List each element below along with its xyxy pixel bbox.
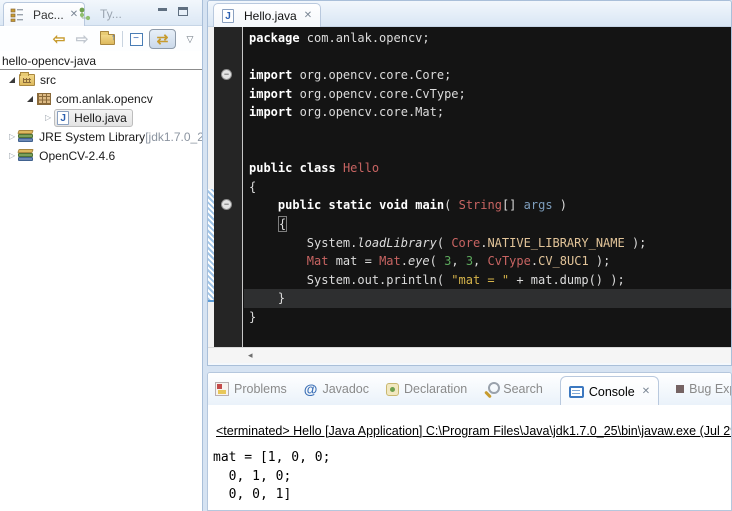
tab-hello-java[interactable]: J Hello.java ✕	[213, 3, 321, 27]
code-line: {	[249, 178, 731, 197]
tab-javadoc[interactable]: @ Javadoc	[304, 381, 369, 397]
go-up-icon[interactable]: ↑	[97, 29, 117, 49]
fold-collapse-icon[interactable]: −	[221, 69, 232, 80]
fold-collapse-icon[interactable]: −	[221, 199, 232, 210]
close-icon[interactable]: ✕	[642, 386, 650, 397]
back-icon[interactable]: ⇦	[50, 29, 68, 49]
library-icon	[18, 130, 34, 143]
forward-icon[interactable]: ⇨	[73, 29, 91, 49]
expanded-triangle-icon[interactable]	[27, 96, 33, 102]
code-line	[249, 122, 731, 141]
bottom-view-area: Problems @ Javadoc Declaration Search Co…	[207, 372, 732, 511]
tree-item-project[interactable]: hello-opencv-java	[0, 52, 202, 70]
code-line: }	[249, 289, 731, 308]
search-icon	[484, 382, 498, 396]
tab-problems[interactable]: Problems	[215, 382, 287, 396]
editor-tab-label: Hello.java	[244, 9, 297, 23]
package-explorer-tree: hello-opencv-java src com.anlak.opencv ▷…	[0, 52, 202, 511]
code-line	[249, 48, 731, 67]
editor-area: J Hello.java ✕ − − package com.anlak.ope…	[207, 0, 732, 366]
bottom-view-tabbar: Problems @ Javadoc Declaration Search Co…	[208, 373, 731, 405]
java-file-icon: J	[222, 9, 234, 23]
eclipse-workbench: Pac... ✕ Ty... ⇦ ⇨	[0, 0, 732, 511]
selected-item-highlight: J Hello.java	[54, 109, 133, 127]
folding-ruler[interactable]: − −	[214, 27, 243, 347]
toolbar-separator	[122, 31, 123, 47]
expanded-triangle-icon[interactable]	[9, 77, 15, 83]
collapsed-triangle-icon[interactable]: ▷	[45, 113, 51, 122]
view-menu-icon[interactable]: ▽	[182, 29, 198, 49]
bug-explorer-icon	[676, 385, 684, 393]
tree-item-opencv-library[interactable]: ▷ OpenCV-2.4.6	[0, 146, 202, 165]
code-line	[249, 141, 731, 160]
package-icon	[37, 93, 51, 105]
tab-declaration[interactable]: Declaration	[386, 382, 467, 396]
tab-search[interactable]: Search	[484, 382, 543, 396]
code-line: }	[249, 308, 731, 327]
console-view[interactable]: <terminated> Hello [Java Application] C:…	[208, 405, 731, 510]
editor-content: − − package com.anlak.opencv; import org…	[208, 27, 731, 347]
left-view-tabbar: Pac... ✕ Ty...	[0, 0, 202, 26]
javadoc-at-icon: @	[304, 381, 318, 397]
code-line: public static void main( String[] args )	[249, 196, 731, 215]
package-explorer-icon	[10, 8, 24, 22]
scroll-left-arrow-icon[interactable]: ◂	[248, 350, 253, 361]
tab-package-explorer-label: Pac...	[33, 8, 64, 22]
code-editor[interactable]: package com.anlak.opencv; import org.ope…	[244, 27, 731, 347]
tab-bug-explorer[interactable]: Bug Explorer	[676, 382, 732, 396]
collapsed-triangle-icon[interactable]: ▷	[9, 132, 15, 141]
package-explorer-view: Pac... ✕ Ty... ⇦ ⇨	[0, 0, 203, 511]
code-line: import org.opencv.core.Core;	[249, 66, 731, 85]
close-icon[interactable]: ✕	[304, 10, 312, 21]
problems-icon	[215, 382, 229, 396]
jre-version-decorator: [jdk1.7.0_25]	[145, 130, 203, 144]
code-line: Mat mat = Mat.eye( 3, 3, CvType.CV_8UC1 …	[249, 252, 731, 271]
horizontal-scrollbar[interactable]: ◂	[208, 347, 731, 363]
console-process-header: <terminated> Hello [Java Application] C:…	[216, 424, 731, 438]
console-icon	[569, 386, 584, 398]
collapse-all-icon[interactable]: −	[127, 29, 145, 49]
code-lines: package com.anlak.opencv; import org.ope…	[244, 27, 731, 327]
tab-type-hierarchy-label: Ty...	[100, 7, 122, 21]
maximize-icon[interactable]	[178, 7, 190, 17]
tree-item-package[interactable]: com.anlak.opencv	[0, 89, 202, 108]
folder-up-icon: ↑	[100, 34, 115, 45]
tab-type-hierarchy[interactable]: Ty...	[72, 2, 128, 26]
code-line: {	[249, 215, 731, 234]
declaration-icon	[386, 383, 399, 396]
code-line: public class Hello	[249, 159, 731, 178]
library-icon	[18, 149, 34, 162]
minimize-icon[interactable]	[158, 7, 170, 17]
tree-item-hello-java[interactable]: ▷ J Hello.java	[0, 108, 202, 127]
collapsed-triangle-icon[interactable]: ▷	[9, 151, 15, 160]
source-folder-icon	[19, 74, 35, 86]
code-line: import org.opencv.core.Mat;	[249, 103, 731, 122]
java-file-icon: J	[57, 111, 69, 125]
editor-tabbar: J Hello.java ✕	[208, 1, 731, 27]
tree-item-jre-library[interactable]: ▷ JRE System Library [jdk1.7.0_25]	[0, 127, 202, 146]
code-line: import org.opencv.core.CvType;	[249, 85, 731, 104]
package-explorer-toolbar: ⇦ ⇨ ↑ − ⇄ ▽	[0, 27, 202, 51]
tab-console[interactable]: Console ✕	[560, 376, 659, 406]
type-hierarchy-icon	[78, 7, 91, 21]
link-with-editor-icon: ⇄	[157, 31, 169, 48]
code-line: System.loadLibrary( Core.NATIVE_LIBRARY_…	[249, 234, 731, 253]
tree-item-src[interactable]: src	[0, 70, 202, 89]
link-with-editor-button[interactable]: ⇄	[149, 29, 176, 49]
code-line: package com.anlak.opencv;	[249, 29, 731, 48]
code-line: System.out.println( "mat = " + mat.dump(…	[249, 271, 731, 290]
console-output: mat = [1, 0, 0; 0, 1, 0; 0, 0, 1]	[213, 449, 330, 505]
